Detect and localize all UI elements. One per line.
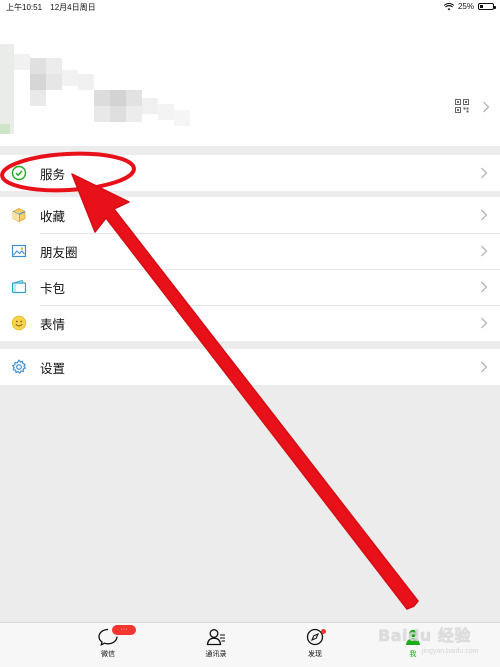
status-time: 上午10:51 (6, 3, 43, 12)
status-right: 25% (443, 2, 496, 11)
menu-item-service[interactable]: 服务 (0, 155, 500, 191)
menu-label-settings: 设置 (40, 361, 66, 376)
qr-code-icon[interactable] (455, 99, 469, 113)
chevron-right-icon (481, 245, 488, 257)
chevron-right-icon (483, 101, 490, 113)
menu-label-moments: 朋友圈 (40, 245, 78, 260)
profile-header[interactable] (0, 14, 500, 146)
menu-item-favorites[interactable]: 收藏 (0, 197, 500, 233)
chevron-right-icon (481, 361, 488, 373)
profile-blurred-identity (0, 14, 500, 146)
contacts-icon (206, 629, 225, 646)
picture-icon (10, 242, 28, 260)
menu-label-cards: 卡包 (40, 281, 66, 296)
chevron-right-icon (481, 209, 488, 221)
chevron-right-icon (481, 317, 488, 329)
menu-label-service: 服务 (40, 167, 66, 182)
baidu-watermark: Baidu 经验 jingyan.baidu.com (378, 620, 498, 666)
smiley-icon (10, 314, 28, 332)
discover-new-dot (321, 629, 326, 634)
status-date: 12月4日周日 (50, 3, 96, 12)
status-bar: 上午10:51 12月4日周日 25% (0, 0, 500, 14)
cube-icon (10, 206, 28, 224)
menu-group-main: 收藏 朋友圈 卡包 表情 (0, 197, 500, 341)
gear-icon (10, 358, 28, 376)
wallet-icon (10, 278, 28, 296)
watermark-brand: Baidu 经验 (378, 626, 471, 645)
tab-label-contacts: 通讯录 (205, 651, 227, 658)
battery-icon (478, 3, 496, 10)
battery-fill (480, 5, 483, 8)
wifi-icon (443, 2, 454, 10)
tab-discover[interactable]: 发现 (285, 627, 345, 659)
service-check-icon (10, 164, 28, 182)
menu-item-cards[interactable]: 卡包 (0, 269, 500, 305)
menu-label-stickers: 表情 (40, 317, 66, 332)
tab-chats[interactable]: ··· 微信 (78, 625, 138, 659)
battery-percent: 25% (457, 2, 474, 11)
chats-unread-badge: ··· (112, 625, 136, 635)
tab-contacts[interactable]: 通讯录 (186, 627, 246, 659)
menu-item-stickers[interactable]: 表情 (0, 305, 500, 341)
menu-group-settings: 设置 (0, 349, 500, 385)
watermark-url: jingyan.baidu.com (422, 648, 479, 655)
menu-item-settings[interactable]: 设置 (0, 349, 500, 385)
menu-group-service: 服务 (0, 155, 500, 191)
tab-label-discover: 发现 (308, 651, 322, 658)
menu-label-favorites: 收藏 (40, 209, 66, 224)
status-left: 上午10:51 12月4日周日 (6, 2, 102, 13)
chevron-right-icon (481, 167, 488, 179)
chevron-right-icon (481, 281, 488, 293)
wechat-me-screen: 上午10:51 12月4日周日 25% 服务 收藏 朋友圈 卡包 表情 设置 ·… (0, 0, 500, 667)
tab-label-chats: 微信 (101, 651, 115, 658)
menu-item-moments[interactable]: 朋友圈 (0, 233, 500, 269)
